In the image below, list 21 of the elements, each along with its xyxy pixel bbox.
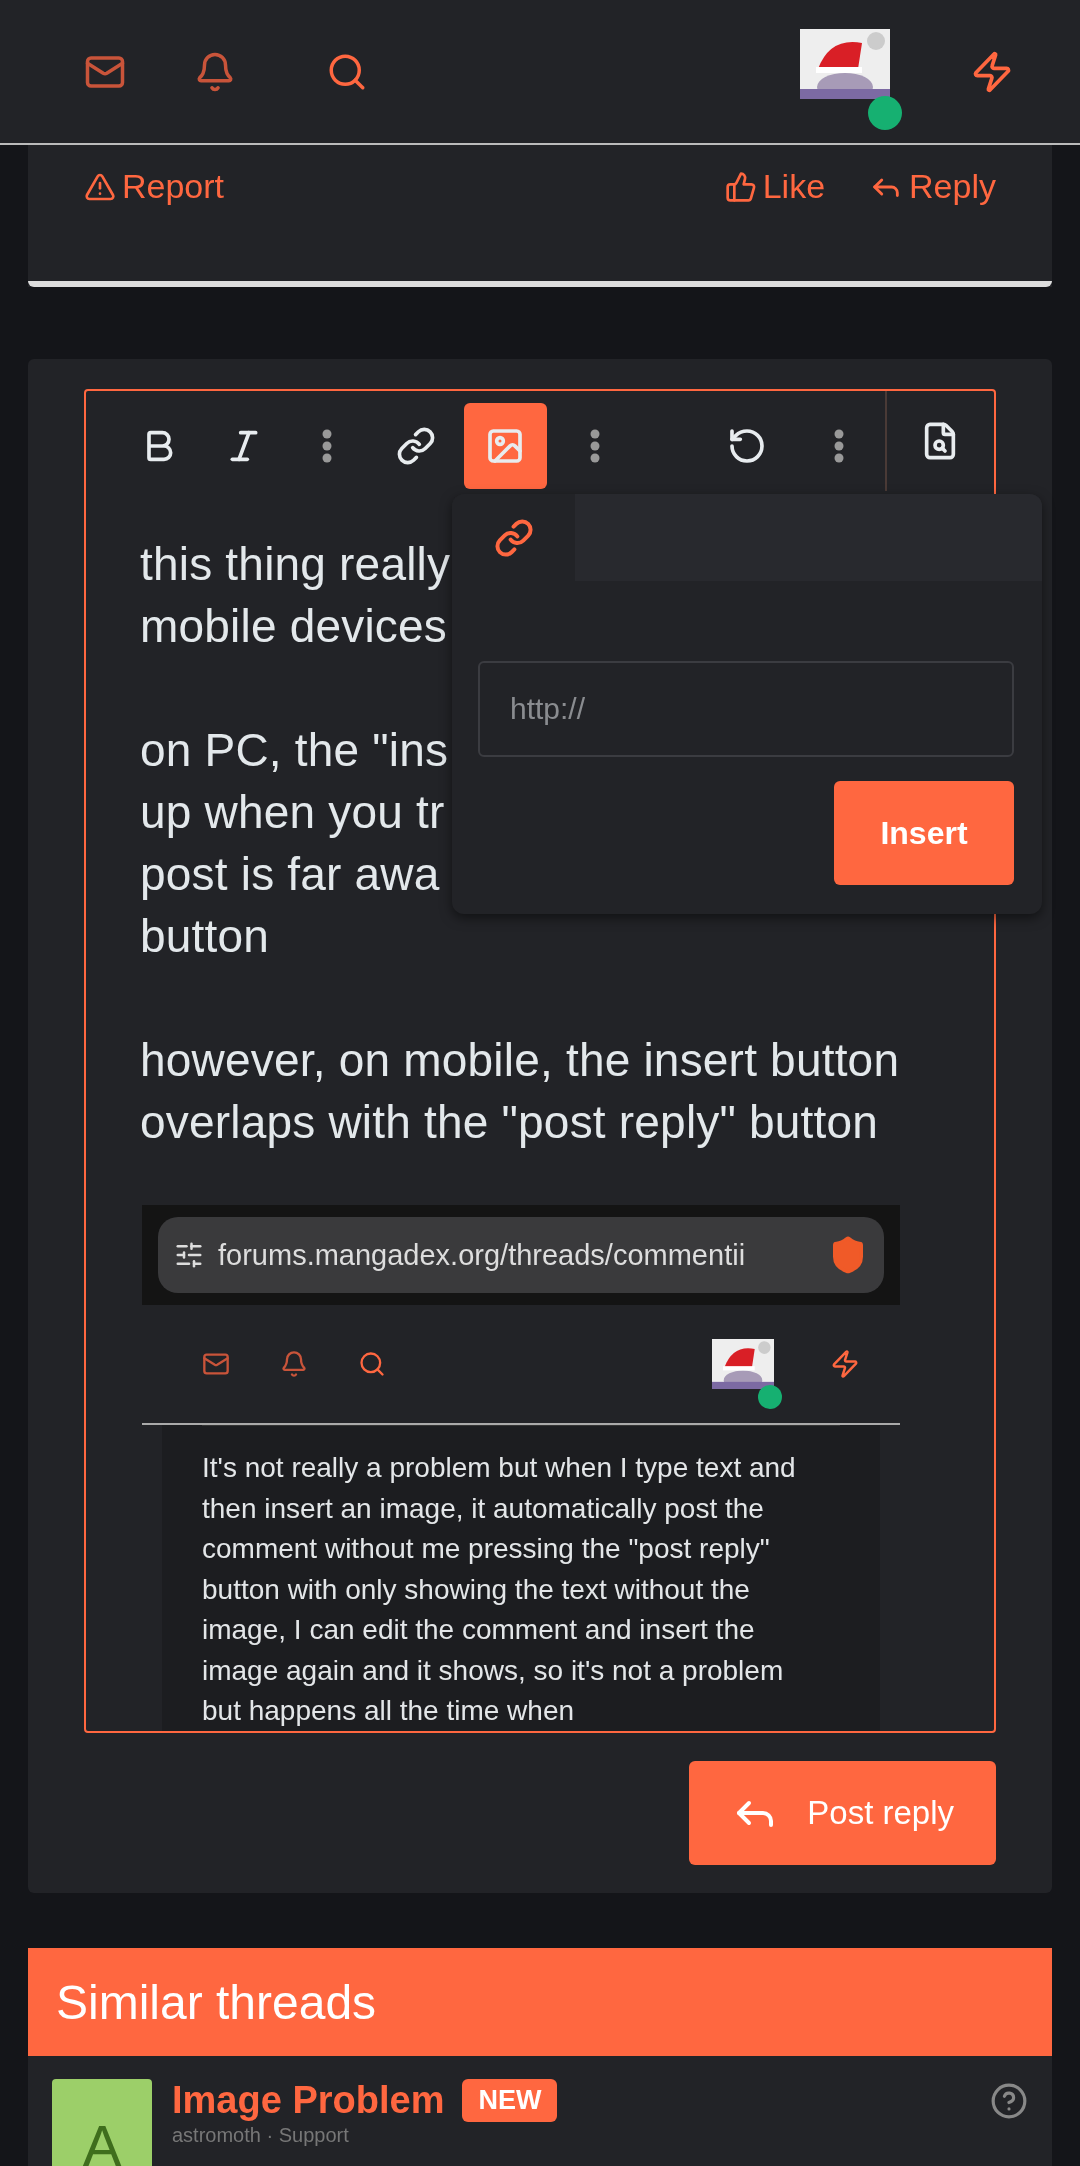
text-line: this thing really xyxy=(140,537,451,592)
url-text: forums.mangadex.org/threads/commentii xyxy=(218,1238,747,1272)
text-line: however, on mobile, the insert button xyxy=(140,1033,900,1088)
post-text: It's not really a problem but when I type text and then insert an image, it automatically post the comment without me pressing the "post reply" button with only showing the text without the image, I can edit the comment and insert the image again and it shows, so it's not a problem but happens all the time when xyxy=(202,1451,797,1728)
new-badge: NEW xyxy=(462,2079,558,2122)
thread-meta: astromoth · Support xyxy=(172,2124,350,2147)
text-line: up when you tr xyxy=(140,785,445,840)
text-line: button xyxy=(140,909,270,964)
text-line: overlaps with the "post reply" button xyxy=(140,1095,879,1150)
text-line: mobile devices xyxy=(140,599,448,654)
like-link[interactable]: Like xyxy=(724,167,826,206)
insert-button[interactable]: Insert xyxy=(834,781,1014,885)
report-link[interactable]: Report xyxy=(84,167,225,206)
text-line: post is far awa xyxy=(140,847,440,902)
text-line: on PC, the "ins xyxy=(140,723,449,778)
post-reply-button[interactable]: Post reply xyxy=(689,1761,996,1865)
url-field[interactable]: http:// xyxy=(478,661,1014,757)
section-title: Similar threads xyxy=(28,1948,1052,2056)
reply-link[interactable]: Reply xyxy=(869,167,996,206)
thread-avatar: A xyxy=(52,2079,152,2166)
thread-title[interactable]: Image Problem xyxy=(172,2079,445,2122)
